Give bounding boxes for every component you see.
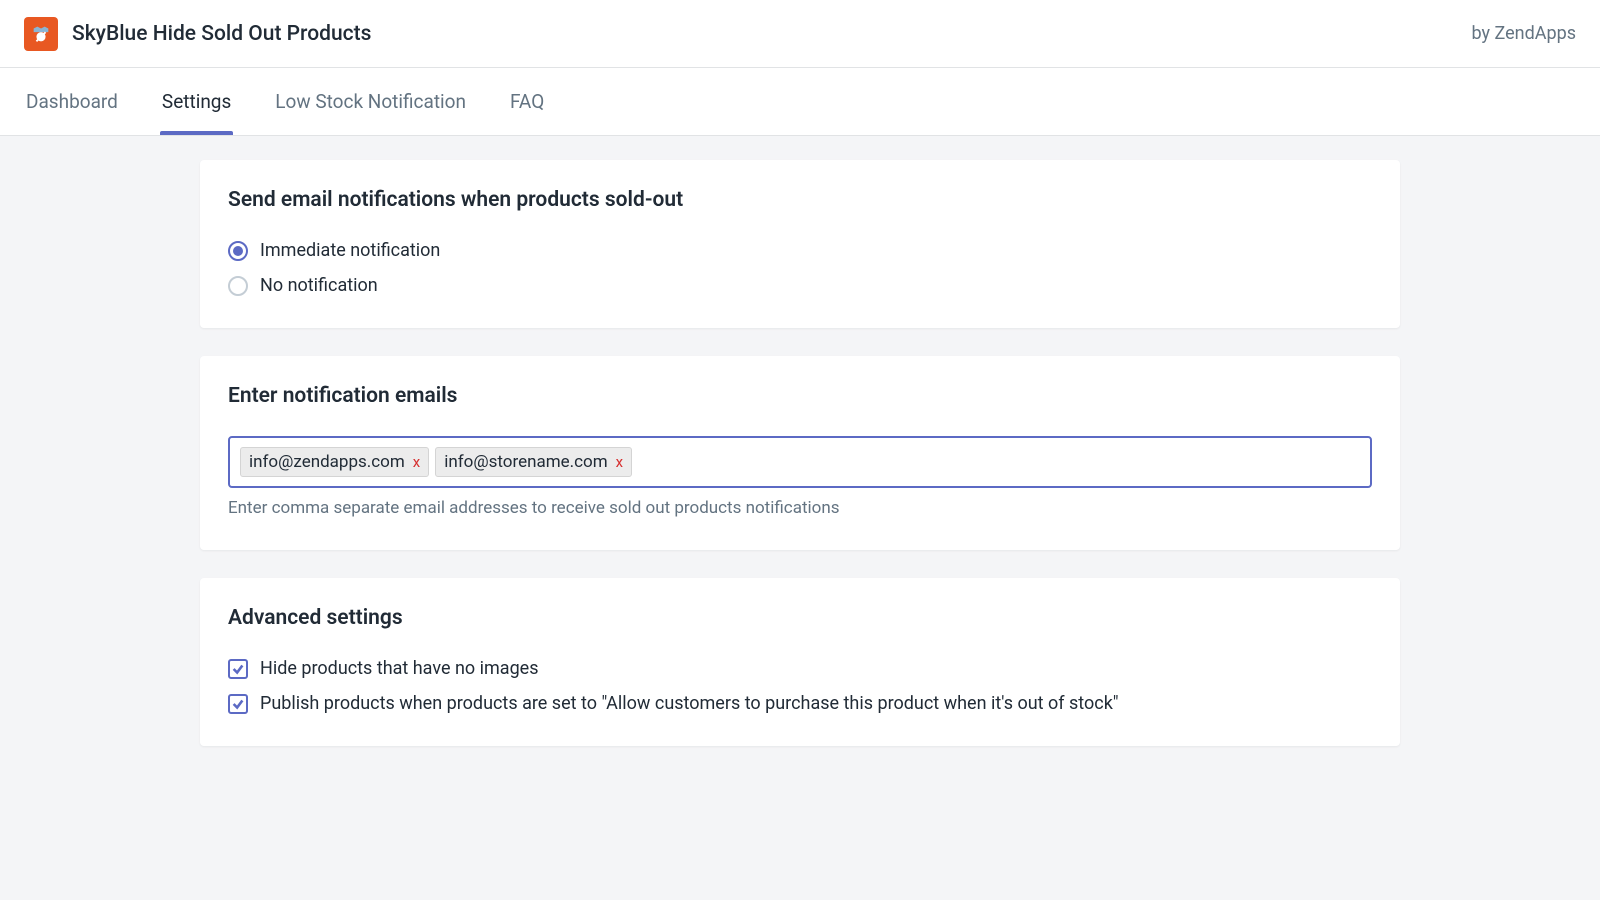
tab-low-stock-notification[interactable]: Low Stock Notification [273,68,468,135]
tab-faq[interactable]: FAQ [508,68,546,135]
radio-label: No notification [260,275,378,296]
card-emails-title: Enter notification emails [228,384,1372,408]
card-advanced: Advanced settings Hide products that hav… [200,578,1400,746]
tab-bar: Dashboard Settings Low Stock Notificatio… [0,68,1600,136]
app-icon [24,17,58,51]
email-text-input[interactable] [638,448,1360,476]
radio-icon [228,276,248,296]
tab-dashboard[interactable]: Dashboard [24,68,120,135]
content: Send email notifications when products s… [200,136,1400,798]
app-header: SkyBlue Hide Sold Out Products by ZendAp… [0,0,1600,68]
checkbox-publish-out-of-stock[interactable]: Publish products when products are set t… [228,693,1372,714]
card-notifications: Send email notifications when products s… [200,160,1400,328]
email-tag-text: info@zendapps.com [249,452,405,472]
card-notifications-title: Send email notifications when products s… [228,188,1372,212]
email-remove-icon[interactable]: x [413,455,420,470]
checkbox-label: Publish products when products are set t… [260,693,1119,714]
checkbox-icon [228,694,248,714]
checkbox-hide-no-images[interactable]: Hide products that have no images [228,658,1372,679]
app-title: SkyBlue Hide Sold Out Products [72,22,371,46]
radio-label: Immediate notification [260,240,440,261]
checkbox-label: Hide products that have no images [260,658,539,679]
card-emails: Enter notification emails info@zendapps.… [200,356,1400,550]
radio-immediate-notification[interactable]: Immediate notification [228,240,1372,261]
email-help-text: Enter comma separate email addresses to … [228,498,1372,518]
checkbox-icon [228,659,248,679]
email-tag-input[interactable]: info@zendapps.com x info@storename.com x [228,436,1372,488]
header-left: SkyBlue Hide Sold Out Products [24,17,371,51]
radio-icon [228,241,248,261]
notification-radio-group: Immediate notification No notification [228,240,1372,296]
email-remove-icon[interactable]: x [616,455,623,470]
tab-settings[interactable]: Settings [160,68,233,135]
email-tag-text: info@storename.com [444,452,607,472]
email-tag: info@zendapps.com x [240,447,429,477]
email-tag: info@storename.com x [435,447,632,477]
advanced-checkbox-group: Hide products that have no images Publis… [228,658,1372,714]
radio-no-notification[interactable]: No notification [228,275,1372,296]
header-byline: by ZendApps [1472,23,1576,44]
card-advanced-title: Advanced settings [228,606,1372,630]
